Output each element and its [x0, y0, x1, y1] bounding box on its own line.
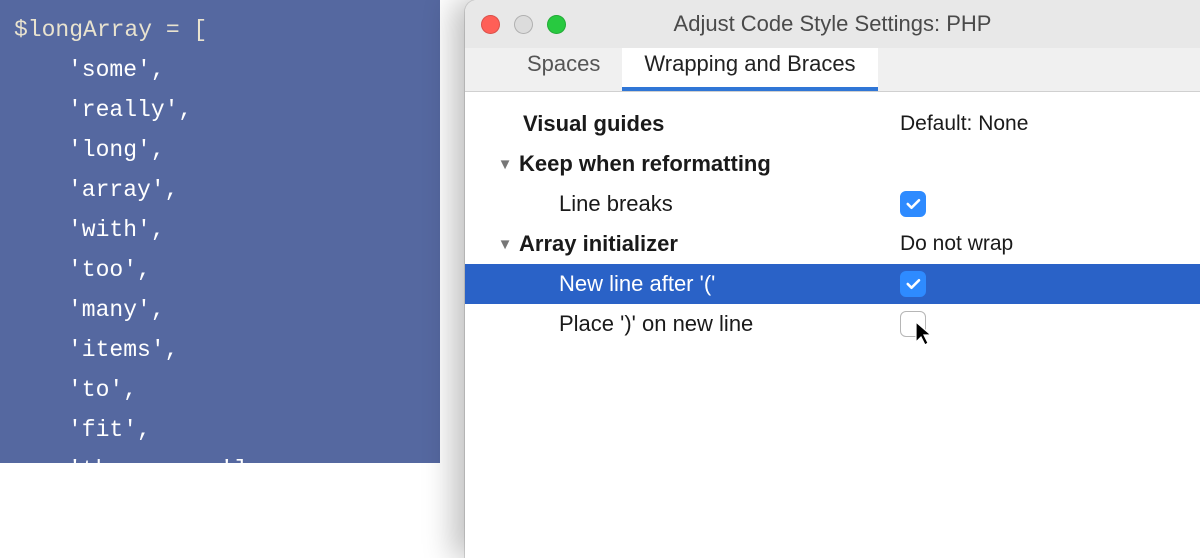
settings-body: Visual guides Default: None ▼ Keep when … — [465, 92, 1200, 344]
line-breaks-label: Line breaks — [559, 191, 673, 217]
section-keep-when-reformatting[interactable]: ▼ Keep when reformatting — [495, 144, 1180, 184]
dialog-title: Adjust Code Style Settings: PHP — [465, 11, 1200, 37]
keep-label: Keep when reformatting — [519, 151, 771, 177]
setting-place-paren-on-new-line[interactable]: Place ')' on new line — [495, 304, 1180, 344]
section-array-initializer[interactable]: ▼ Array initializer Do not wrap — [495, 224, 1180, 264]
zoom-icon[interactable] — [547, 15, 566, 34]
visual-guides-label: Visual guides — [523, 111, 664, 137]
place-on-new-line-label: Place ')' on new line — [559, 311, 753, 337]
settings-dialog: Adjust Code Style Settings: PHP Spaces W… — [465, 0, 1200, 558]
line-breaks-checkbox[interactable] — [900, 191, 926, 217]
section-visual-guides: Visual guides Default: None — [495, 104, 1180, 144]
chevron-down-icon[interactable]: ▼ — [495, 156, 515, 173]
place-on-new-line-checkbox[interactable] — [900, 311, 926, 337]
array-initializer-value[interactable]: Do not wrap — [900, 232, 1013, 256]
new-line-after-label: New line after '(' — [559, 271, 715, 297]
setting-line-breaks[interactable]: Line breaks — [495, 184, 1180, 224]
tab-spaces[interactable]: Spaces — [505, 41, 622, 91]
editor-background: $longArray = [ 'some', 'really', 'long',… — [0, 0, 440, 463]
close-icon[interactable] — [481, 15, 500, 34]
setting-new-line-after-paren[interactable]: New line after '(' — [465, 264, 1200, 304]
minimize-icon — [514, 15, 533, 34]
chevron-down-icon[interactable]: ▼ — [495, 236, 515, 253]
visual-guides-value[interactable]: Default: None — [900, 112, 1028, 136]
tab-wrapping-and-braces[interactable]: Wrapping and Braces — [622, 41, 877, 91]
tab-bar: Spaces Wrapping and Braces — [465, 48, 1200, 92]
new-line-after-checkbox[interactable] — [900, 271, 926, 297]
titlebar: Adjust Code Style Settings: PHP — [465, 0, 1200, 48]
array-initializer-label: Array initializer — [519, 231, 678, 257]
window-controls — [481, 15, 566, 34]
code-editor[interactable]: $longArray = [ 'some', 'really', 'long',… — [0, 0, 440, 463]
